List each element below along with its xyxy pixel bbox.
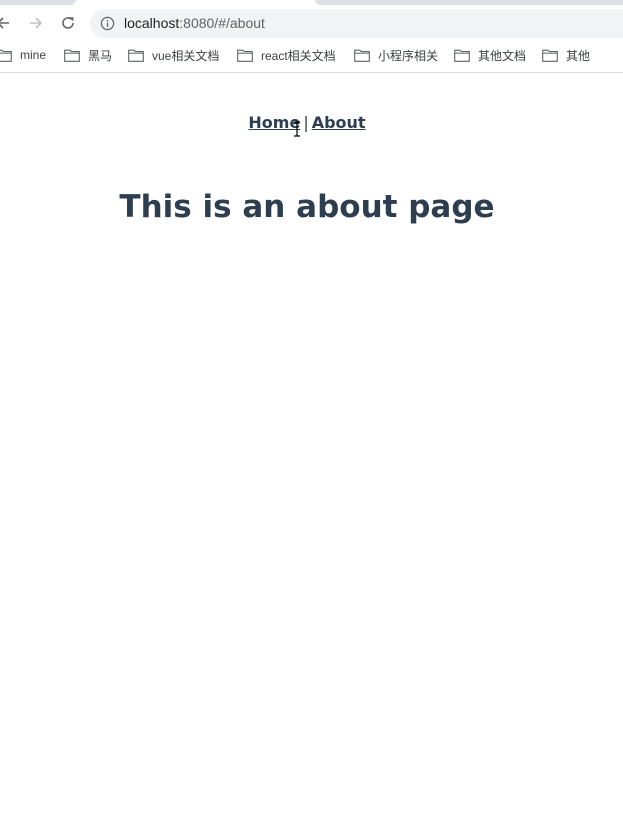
arrow-left-icon	[0, 17, 9, 29]
folder-icon	[128, 49, 144, 62]
back-button[interactable]	[0, 11, 15, 35]
bookmarks-bar: mine 黑马 vue相关文档 react相关文档 小程序相关 其他文档 其他	[0, 40, 623, 70]
url-text[interactable]: localhost:8080/#/about	[124, 15, 265, 32]
bookmark-label: 黑马	[88, 48, 113, 63]
reload-button[interactable]	[56, 11, 80, 35]
forward-button[interactable]	[24, 11, 48, 35]
folder-icon	[454, 49, 470, 62]
bookmark-folder-react-docs[interactable]: react相关文档	[237, 46, 336, 64]
bookmark-label: react相关文档	[261, 48, 336, 63]
bookmark-label: 其他	[566, 48, 591, 63]
url-path: :8080/#/about	[179, 15, 265, 31]
page-nav: Home | About	[0, 113, 614, 132]
bookmark-folder-other[interactable]: 其他	[542, 46, 590, 64]
bookmark-label: vue相关文档	[152, 48, 220, 63]
bookmark-folder-heima[interactable]: 黑马	[64, 46, 112, 64]
bookmark-label: 小程序相关	[378, 48, 439, 63]
folder-icon	[542, 49, 558, 62]
arrow-right-icon	[30, 17, 43, 29]
info-icon[interactable]	[100, 16, 115, 31]
page-title: This is an about page	[119, 189, 495, 225]
about-link[interactable]: About	[312, 113, 366, 132]
url-host: localhost	[124, 15, 180, 31]
bookmark-label: 其他文档	[478, 48, 527, 63]
folder-icon	[237, 49, 253, 62]
nav-separator: |	[303, 113, 309, 132]
bookmark-folder-vue-docs[interactable]: vue相关文档	[128, 46, 219, 64]
address-bar[interactable]: localhost:8080/#/about	[90, 9, 623, 38]
tab-left[interactable]	[0, 0, 76, 5]
tab-right[interactable]	[315, 0, 623, 5]
bookmark-folder-other-docs[interactable]: 其他文档	[454, 46, 526, 64]
bookmark-folder-mine[interactable]: mine	[0, 46, 46, 64]
browser-toolbar: localhost:8080/#/about	[0, 6, 623, 40]
folder-icon	[0, 49, 12, 62]
bookmark-folder-miniprogram[interactable]: 小程序相关	[354, 46, 438, 64]
folder-icon	[354, 49, 370, 62]
folder-icon	[64, 49, 80, 62]
page-content: Home | About This is an about page	[0, 73, 623, 824]
text-cursor-icon	[294, 121, 300, 137]
bookmark-label: mine	[20, 48, 47, 62]
reload-icon	[62, 17, 74, 29]
